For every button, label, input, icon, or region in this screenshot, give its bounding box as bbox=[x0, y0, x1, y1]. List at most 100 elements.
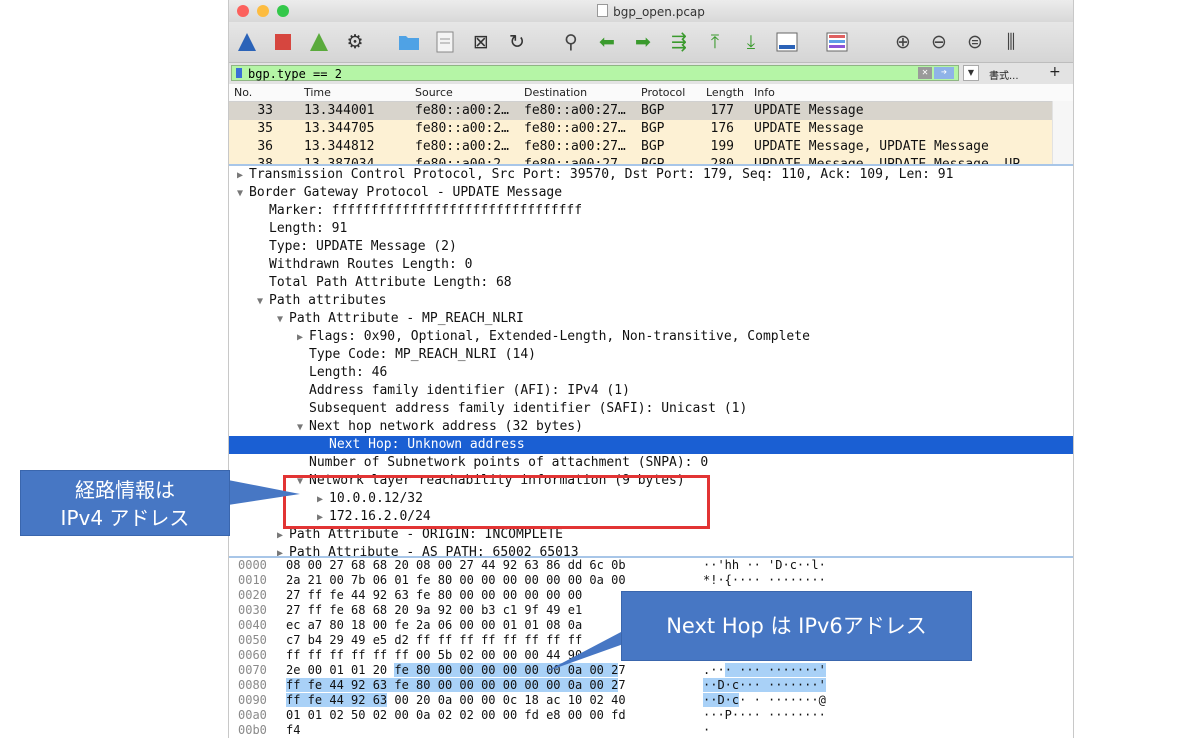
restart-capture-button[interactable] bbox=[305, 28, 333, 56]
detail-text: Marker: ffffffffffffffffffffffffffffffff bbox=[269, 203, 583, 218]
ascii-highlight: ··D·c··· ·······' bbox=[703, 678, 826, 692]
hex-ascii: ···P···· ········ bbox=[703, 708, 826, 722]
hex-row[interactable]: 0070 2e 00 01 01 20 fe 80 00 00 00 00 00 … bbox=[229, 663, 1073, 678]
detail-text: Next hop network address (32 bytes) bbox=[309, 419, 583, 434]
filter-history-dropdown[interactable]: ▼ bbox=[963, 65, 979, 81]
column-header-source[interactable]: Source bbox=[415, 86, 453, 99]
hex-offset: 0060 bbox=[238, 648, 267, 662]
detail-tree-item[interactable]: Address family identifier (AFI): IPv4 (1… bbox=[229, 382, 1073, 400]
column-header-protocol[interactable]: Protocol bbox=[641, 86, 685, 99]
packet-row[interactable]: 35 13.344705 fe80::a00:2… fe80::a00:27… BGP 1… bbox=[229, 120, 1053, 138]
column-header-time[interactable]: Time bbox=[304, 86, 331, 99]
detail-text: Total Path Attribute Length: 68 bbox=[269, 275, 512, 290]
resize-columns-button[interactable]: ⫼ bbox=[997, 28, 1025, 56]
find-packet-button[interactable]: ⚲ bbox=[557, 28, 585, 56]
detail-tree-item[interactable]: ▶ Path Attribute - AS_PATH: 65002 65013 bbox=[229, 544, 1073, 556]
folder-icon bbox=[399, 36, 419, 50]
hex-row[interactable]: 0010 2a 21 00 7b 06 01 fe 80 00 00 00 00 … bbox=[229, 573, 1073, 588]
open-file-button[interactable] bbox=[395, 28, 423, 56]
hex-bytes: c7 b4 29 49 e5 d2 ff ff ff ff ff ff ff f… bbox=[286, 633, 583, 647]
detail-tree-item[interactable]: Total Path Attribute Length: 68 bbox=[229, 274, 1073, 292]
detail-tree-item[interactable]: Number of Subnetwork points of attachmen… bbox=[229, 454, 1073, 472]
detail-tree-item[interactable]: Length: 46 bbox=[229, 364, 1073, 382]
hex-ascii: ··D·c··· ·······' bbox=[703, 678, 826, 693]
packet-row[interactable]: 33 13.344001 fe80::a00:2… fe80::a00:27… BGP 1… bbox=[229, 102, 1053, 120]
collapse-triangle-icon[interactable]: ▼ bbox=[297, 419, 309, 437]
packet-cell-proto: BGP bbox=[641, 121, 665, 136]
column-header-length[interactable]: Length bbox=[706, 86, 744, 99]
packet-row[interactable]: 36 13.344812 fe80::a00:2… fe80::a00:27… BGP 1… bbox=[229, 138, 1053, 156]
packet-cell-time: 13.344705 bbox=[304, 121, 375, 136]
auto-scroll-icon bbox=[776, 32, 798, 52]
clear-filter-icon[interactable]: ✕ bbox=[918, 67, 932, 79]
close-file-button[interactable]: ⊠ bbox=[467, 28, 495, 56]
hex-highlight: ff fe 44 92 63 bbox=[286, 693, 388, 707]
packet-row[interactable]: 38 13.387034 fe80::a00:2… fe80::a00:27… BGP 2… bbox=[229, 156, 1053, 166]
go-back-button[interactable]: ⬅ bbox=[593, 28, 621, 56]
expand-triangle-icon[interactable]: ▶ bbox=[297, 329, 309, 347]
detail-tree-item[interactable]: Type: UPDATE Message (2) bbox=[229, 238, 1073, 256]
column-header-no[interactable]: No. bbox=[234, 86, 252, 99]
capture-options-button[interactable]: ⚙ bbox=[341, 28, 369, 56]
hex-row[interactable]: 00b0 f4 · bbox=[229, 723, 1073, 738]
last-packet-button[interactable]: ⤓ bbox=[737, 28, 765, 56]
detail-tree-item[interactable]: ▶ Transmission Control Protocol, Src Port… bbox=[229, 166, 1073, 184]
arrow-to-bottom-icon: ⤓ bbox=[746, 30, 756, 53]
detail-tree-item[interactable]: ▼ Path attributes bbox=[229, 292, 1073, 310]
detail-tree-item[interactable]: ▼ Path Attribute - MP_REACH_NLRI bbox=[229, 310, 1073, 328]
hex-row[interactable]: 00a0 01 01 02 50 02 00 0a 02 02 00 00 fd … bbox=[229, 708, 1073, 723]
detail-tree-item[interactable]: ▶ Flags: 0x90, Optional, Extended-Length,… bbox=[229, 328, 1073, 346]
reload-icon: ↻ bbox=[509, 30, 525, 53]
expand-triangle-icon[interactable]: ▶ bbox=[277, 545, 289, 556]
zoom-in-button[interactable]: ⊕ bbox=[889, 28, 917, 56]
apply-filter-icon[interactable]: ➔ bbox=[934, 67, 954, 79]
collapse-triangle-icon[interactable]: ▼ bbox=[257, 293, 269, 311]
detail-tree-item[interactable]: Subsequent address family identifier (SA… bbox=[229, 400, 1073, 418]
collapse-triangle-icon[interactable]: ▼ bbox=[277, 311, 289, 329]
detail-text: Type Code: MP_REACH_NLRI (14) bbox=[309, 347, 536, 362]
packet-cell-proto: BGP bbox=[641, 103, 665, 118]
start-capture-button[interactable] bbox=[233, 28, 261, 56]
detail-tree-item[interactable]: Length: 91 bbox=[229, 220, 1073, 238]
first-packet-button[interactable]: ⤒ bbox=[701, 28, 729, 56]
hex-row[interactable]: 0000 08 00 27 68 68 20 08 00 27 44 92 63 … bbox=[229, 558, 1073, 573]
column-header-info[interactable]: Info bbox=[754, 86, 775, 99]
add-filter-button[interactable]: + bbox=[1049, 64, 1061, 80]
colorize-icon bbox=[826, 32, 848, 52]
expand-triangle-icon[interactable]: ▶ bbox=[237, 167, 249, 185]
packet-cell-src: fe80::a00:2… bbox=[415, 139, 509, 154]
auto-scroll-button[interactable] bbox=[773, 28, 801, 56]
packet-cell-src: fe80::a00:2… bbox=[415, 103, 509, 118]
detail-tree-item[interactable]: Type Code: MP_REACH_NLRI (14) bbox=[229, 346, 1073, 364]
normal-size-button[interactable]: ⊜ bbox=[961, 28, 989, 56]
route-info-callout: 経路情報は IPv4 アドレス bbox=[20, 470, 230, 536]
go-forward-button[interactable]: ➡ bbox=[629, 28, 657, 56]
expand-triangle-icon[interactable]: ▶ bbox=[277, 527, 289, 545]
detail-tree-item[interactable]: ▼ Next hop network address (32 bytes) bbox=[229, 418, 1073, 436]
reload-file-button[interactable]: ↻ bbox=[503, 28, 531, 56]
hex-bytes: ff ff ff ff ff ff 00 5b 02 00 00 00 44 9… bbox=[286, 648, 583, 662]
detail-tree-item[interactable]: Marker: ffffffffffffffffffffffffffffffff bbox=[229, 202, 1073, 220]
save-file-button[interactable] bbox=[431, 28, 459, 56]
packet-list-header: No. Time Source Destination Protocol Len… bbox=[229, 84, 1073, 102]
column-header-destination[interactable]: Destination bbox=[524, 86, 587, 99]
display-filter-input[interactable]: bgp.type == 2 ✕ ➔ bbox=[231, 65, 959, 81]
detail-tree-item[interactable]: Next Hop: Unknown address bbox=[229, 436, 1073, 454]
colorize-button[interactable] bbox=[823, 28, 851, 56]
hex-row[interactable]: 0090 ff fe 44 92 63 00 20 0a 00 00 0c 18 … bbox=[229, 693, 1073, 708]
packet-cell-no: 33 bbox=[257, 103, 273, 118]
stop-capture-button[interactable] bbox=[269, 28, 297, 56]
restart-fin-icon bbox=[310, 33, 328, 51]
format-button[interactable]: 書式... bbox=[989, 67, 1019, 82]
detail-tree-item[interactable]: ▼ Border Gateway Protocol - UPDATE Messag… bbox=[229, 184, 1073, 202]
collapse-triangle-icon[interactable]: ▼ bbox=[237, 185, 249, 203]
shark-fin-icon bbox=[238, 33, 256, 51]
bookmark-icon[interactable] bbox=[236, 68, 242, 78]
detail-tree-item[interactable]: Withdrawn Routes Length: 0 bbox=[229, 256, 1073, 274]
go-to-packet-button[interactable]: ⇶ bbox=[665, 28, 693, 56]
packet-list-scrollbar[interactable] bbox=[1052, 101, 1073, 164]
packet-cell-proto: BGP bbox=[641, 157, 665, 166]
hex-offset: 0030 bbox=[238, 603, 267, 617]
hex-row[interactable]: 0080 ff fe 44 92 63 fe 80 00 00 00 00 00 … bbox=[229, 678, 1073, 693]
zoom-out-button[interactable]: ⊖ bbox=[925, 28, 953, 56]
